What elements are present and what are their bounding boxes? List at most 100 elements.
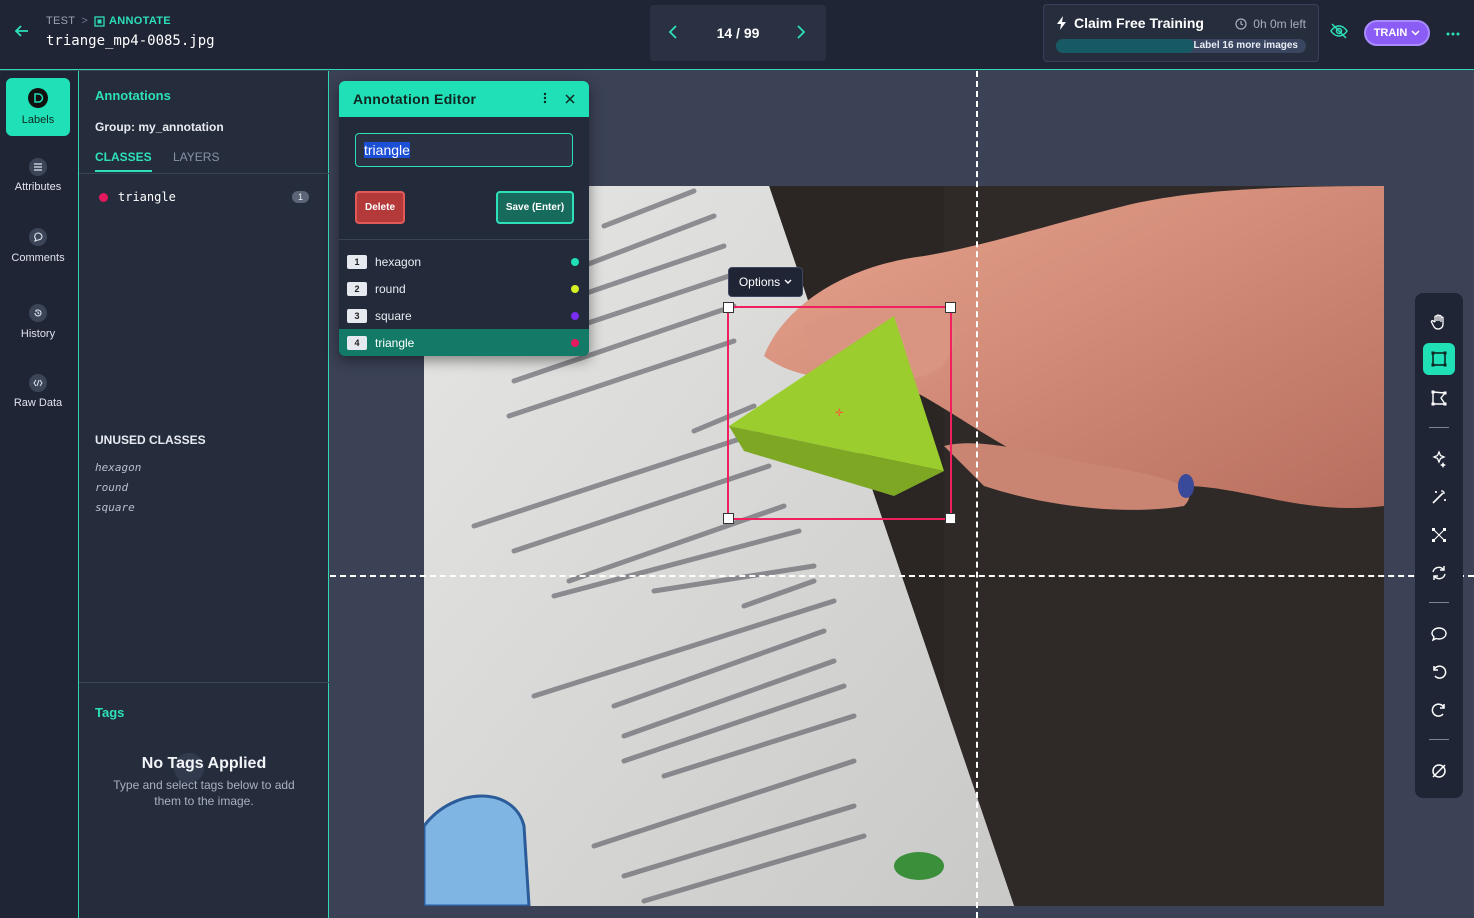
options-label: Options — [738, 275, 781, 289]
pan-hand-icon[interactable] — [1423, 306, 1455, 338]
undo-icon[interactable] — [1423, 656, 1455, 688]
train-label: TRAIN — [1373, 27, 1408, 39]
option-name: round — [375, 281, 406, 296]
no-tags-title: No Tags Applied — [141, 755, 267, 772]
option-color-dot — [571, 284, 579, 293]
unused-classes-title: UNUSED CLASSES — [95, 433, 206, 447]
top-bar: TEST > ANNOTATE triange_mp4-0085.jpg 14 … — [0, 0, 1474, 70]
rail-item-raw-data[interactable]: Raw Data — [6, 364, 70, 422]
chevron-down-icon — [784, 279, 792, 284]
rail-item-attributes[interactable]: Attributes — [6, 148, 70, 206]
close-icon[interactable] — [565, 91, 575, 108]
class-count-badge: 1 — [291, 191, 309, 203]
option-shortcut: 2 — [347, 281, 367, 296]
chevron-down-icon — [1411, 30, 1420, 36]
claim-time-row: 0h 0m left — [1235, 17, 1306, 31]
train-button[interactable]: TRAIN — [1364, 20, 1430, 46]
crosshair-vertical — [976, 71, 978, 918]
label-input[interactable]: triangle — [355, 133, 573, 167]
kebab-menu-icon[interactable] — [543, 91, 547, 107]
back-arrow-icon[interactable] — [12, 22, 32, 42]
more-options-icon[interactable] — [1446, 20, 1460, 41]
bbox-handle-bottom-right[interactable] — [945, 513, 956, 524]
class-option-triangle[interactable]: 4 triangle — [339, 329, 589, 356]
claim-time: 0h 0m left — [1253, 17, 1306, 31]
annotations-panel: Annotations Group: my_annotation CLASSES… — [79, 71, 329, 918]
code-icon — [29, 374, 47, 392]
rail-label: Comments — [11, 252, 65, 264]
breadcrumb-section[interactable]: ANNOTATE — [94, 15, 171, 27]
annotate-icon — [94, 15, 105, 27]
option-color-dot — [571, 338, 579, 347]
toolbar-separator — [1429, 602, 1449, 603]
toolbar-separator — [1429, 427, 1449, 428]
history-icon — [29, 304, 47, 322]
option-name: square — [375, 308, 412, 323]
unused-class-item: hexagon — [95, 461, 142, 474]
magic-wand-icon[interactable] — [1423, 481, 1455, 513]
class-color-dot — [99, 192, 108, 202]
lightning-icon — [1057, 16, 1066, 30]
unused-class-item: round — [95, 481, 129, 494]
labels-icon — [28, 88, 48, 108]
class-option-hexagon[interactable]: 1 hexagon — [339, 248, 589, 275]
bbox-handle-top-left[interactable] — [723, 302, 734, 313]
class-option-square[interactable]: 3 square — [339, 302, 589, 329]
claim-progress-label: Label 16 more images — [1193, 40, 1299, 51]
next-image-button[interactable] — [796, 23, 808, 44]
option-color-dot — [571, 257, 579, 266]
annotation-editor: Annotation Editor triangle Delete Save (… — [339, 81, 589, 356]
breadcrumb-project[interactable]: TEST — [46, 15, 75, 27]
option-shortcut: 4 — [347, 335, 367, 350]
claim-progress-bar: Label 16 more images — [1056, 39, 1306, 53]
class-row-triangle[interactable]: triangle 1 — [95, 188, 313, 206]
breadcrumb-section-label: ANNOTATE — [109, 15, 171, 27]
clear-annotations-icon[interactable] — [1423, 755, 1455, 787]
tool-palette — [1415, 293, 1463, 798]
option-color-dot — [571, 311, 579, 320]
option-shortcut: 3 — [347, 308, 367, 323]
comment-icon — [29, 228, 47, 246]
panel-title: Annotations — [95, 88, 171, 103]
bounding-box-tool-icon[interactable] — [1423, 343, 1455, 375]
repeat-annotation-icon[interactable] — [1423, 557, 1455, 589]
editor-header: Annotation Editor — [339, 81, 589, 117]
rail-item-labels[interactable]: Labels — [6, 78, 70, 136]
claim-progress-fill — [1056, 39, 1194, 53]
unused-class-item: square — [95, 501, 135, 514]
comment-tool-icon[interactable] — [1423, 618, 1455, 650]
file-name: triange_mp4-0085.jpg — [46, 33, 215, 49]
save-button[interactable]: Save (Enter) — [496, 191, 574, 224]
toolbar-separator — [1429, 739, 1449, 740]
eye-off-icon[interactable] — [1330, 22, 1350, 42]
bbox-center-icon: ✛ — [835, 408, 844, 419]
redo-icon[interactable] — [1423, 694, 1455, 726]
tab-layers[interactable]: LAYERS — [173, 150, 219, 170]
pager-count: 14 / 99 — [716, 25, 760, 41]
keypoint-tool-icon[interactable] — [1423, 519, 1455, 551]
tab-classes[interactable]: CLASSES — [95, 150, 152, 172]
claim-title-row: Claim Free Training — [1056, 15, 1204, 31]
crosshair-horizontal — [330, 575, 1474, 577]
bbox-handle-top-right[interactable] — [945, 302, 956, 313]
image-pager: 14 / 99 — [650, 5, 826, 61]
rail-label: Attributes — [14, 181, 62, 193]
prev-image-button[interactable] — [668, 23, 680, 44]
options-button[interactable]: Options — [728, 267, 803, 297]
class-option-round[interactable]: 2 round — [339, 275, 589, 302]
option-name: triangle — [375, 335, 415, 350]
rail-item-history[interactable]: History — [6, 294, 70, 352]
clock-icon — [1235, 18, 1247, 30]
bbox-handle-bottom-left[interactable] — [723, 513, 734, 524]
claim-training-card[interactable]: Claim Free Training 0h 0m left Label 16 … — [1043, 4, 1319, 62]
chevron-left-icon — [668, 24, 677, 39]
rail-item-comments[interactable]: Comments — [6, 218, 70, 276]
editor-title: Annotation Editor — [353, 91, 477, 107]
tags-title: Tags — [95, 705, 125, 720]
option-shortcut: 1 — [347, 254, 367, 269]
delete-button[interactable]: Delete — [355, 191, 405, 224]
smart-polygon-icon[interactable] — [1423, 443, 1455, 475]
rail-label: History — [20, 328, 56, 340]
rail-label: Labels — [21, 114, 55, 126]
polygon-tool-icon[interactable] — [1423, 382, 1455, 414]
